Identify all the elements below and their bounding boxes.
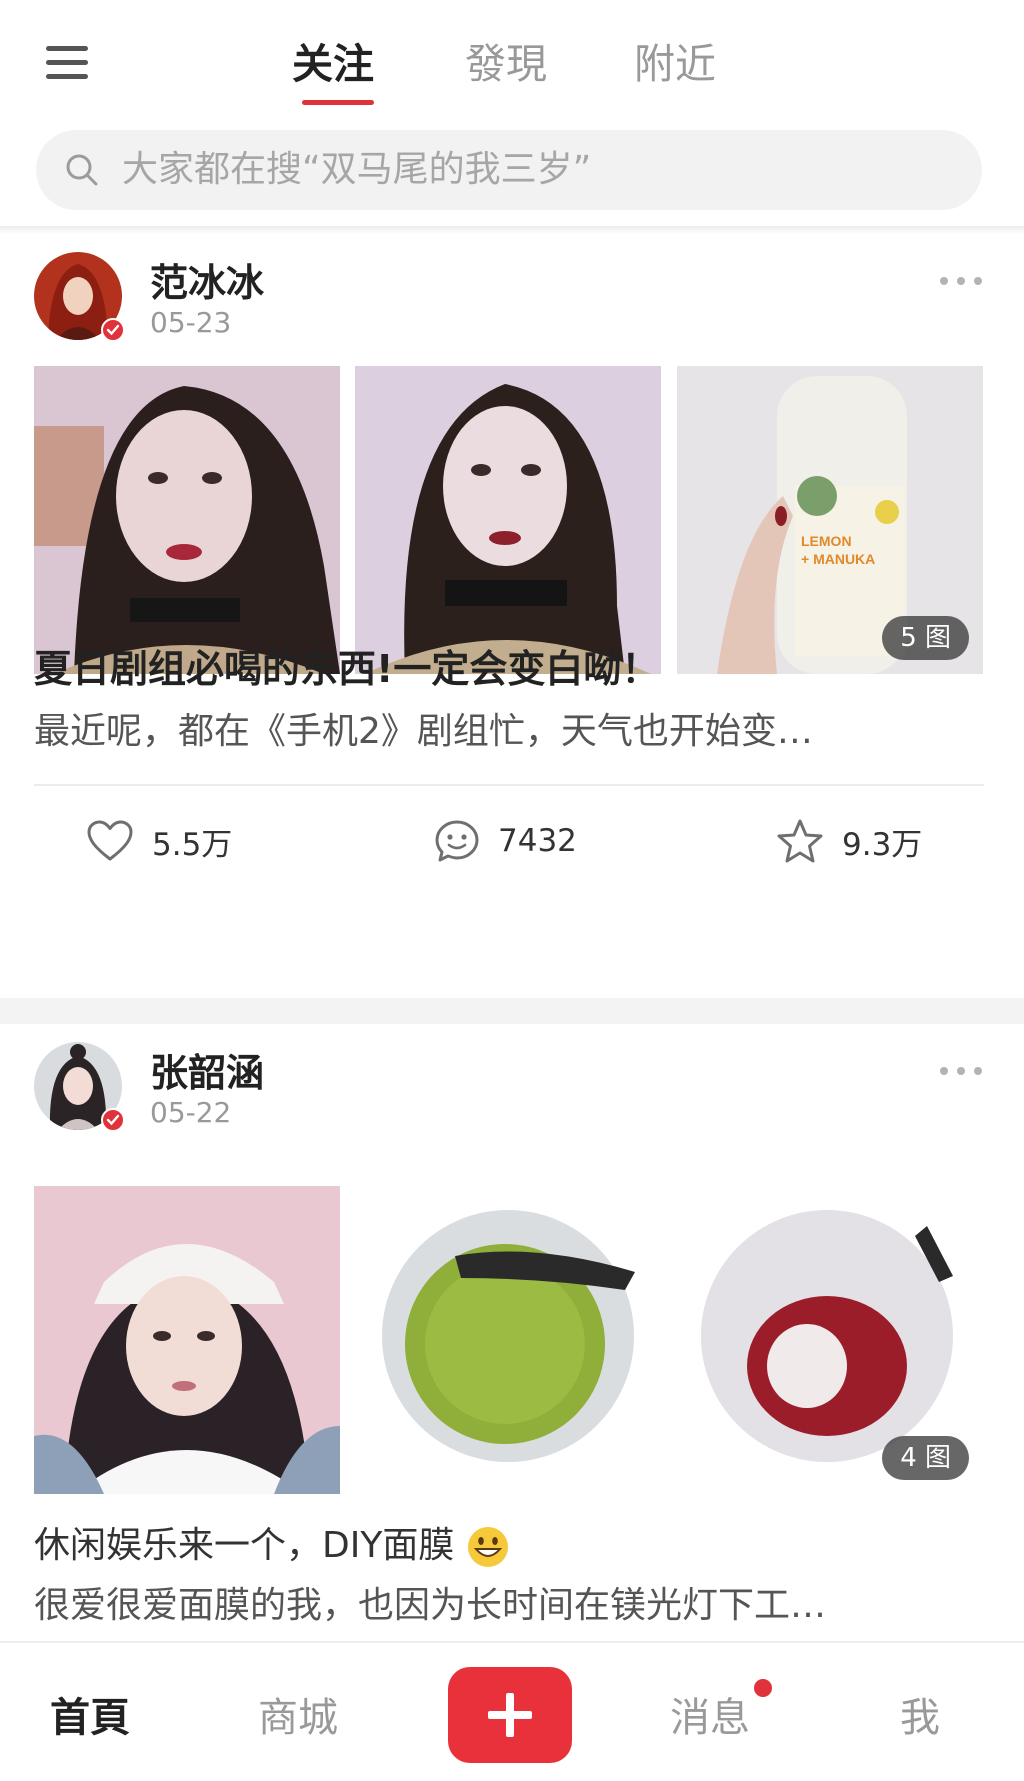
search-bar[interactable]: 大家都在搜“双马尾的我三岁” (36, 130, 982, 210)
svg-text:+ MANUKA: + MANUKA (801, 551, 875, 567)
like-button[interactable]: 5.5万 (86, 806, 232, 876)
comment-button[interactable]: 7432 (434, 806, 577, 876)
post-photo[interactable] (355, 1186, 661, 1494)
post-title[interactable]: 夏日剧组必喝的东西!一定会变白呦！ (34, 638, 659, 693)
plus-icon (488, 1693, 532, 1737)
search-placeholder: 大家都在搜“双马尾的我三岁” (122, 149, 592, 190)
more-options-icon[interactable] (940, 274, 984, 288)
feed-post: 范冰冰 05-23 LEMON + MANUKA 5 图 夏日剧组必喝的东西!一… (0, 234, 1024, 998)
post-date: 05-22 (150, 1096, 232, 1129)
post-photo[interactable] (355, 366, 661, 674)
post-author-name[interactable]: 范冰冰 (150, 252, 264, 307)
search-icon (66, 154, 98, 186)
more-options-icon[interactable] (940, 1064, 984, 1078)
feed-post: 张韶涵 05-22 4 图 休闲娱乐来一个，DIY面膜 很爱很爱面膜的我，也因为… (0, 1024, 1024, 1644)
post-divider (34, 784, 984, 786)
comment-count: 7432 (498, 823, 577, 859)
tab-nearby[interactable]: 附近 (634, 36, 716, 92)
feed-separator (0, 998, 1024, 1024)
bottom-navigation: 首頁 商城 消息 我 (0, 1641, 1024, 1781)
nav-home[interactable]: 首頁 (50, 1685, 130, 1743)
nav-mall[interactable]: 商城 (258, 1685, 338, 1743)
app-screen: 关注 發現 附近 大家都在搜“双马尾的我三岁” 范冰冰 05-23 LEMON … (0, 0, 1024, 1781)
image-count-badge: 5 图 (882, 616, 969, 660)
image-count-badge: 4 图 (882, 1436, 969, 1480)
tab-discover[interactable]: 發現 (465, 36, 547, 92)
post-photo-grid: LEMON + MANUKA 5 图 (34, 366, 984, 674)
verified-badge-icon (101, 318, 125, 342)
active-tab-indicator (302, 100, 374, 105)
top-header: 关注 發現 附近 大家都在搜“双马尾的我三岁” (0, 0, 1024, 234)
post-title[interactable]: 休闲娱乐来一个，DIY面膜 (34, 1516, 510, 1569)
post-actions: 5.5万 7432 9.3万 (0, 806, 1024, 876)
heart-icon (87, 820, 133, 861)
verified-badge-icon (101, 1108, 125, 1132)
svg-text:LEMON: LEMON (801, 533, 852, 549)
grinning-emoji-icon (467, 1527, 508, 1567)
collect-button[interactable]: 9.3万 (776, 806, 922, 876)
post-excerpt[interactable]: 最近呢，都在《手机2》剧组忙，天气也开始变… (34, 702, 813, 754)
comment-icon (435, 820, 479, 862)
nav-profile[interactable]: 我 (900, 1685, 940, 1743)
tab-following[interactable]: 关注 (292, 36, 374, 92)
post-date: 05-23 (150, 306, 232, 339)
post-photo-grid: 4 图 (34, 1186, 984, 1494)
header-divider (0, 226, 1024, 234)
post-photo[interactable] (34, 366, 340, 674)
post-photo[interactable] (34, 1186, 340, 1494)
notification-dot (752, 1677, 774, 1699)
nav-messages[interactable]: 消息 (670, 1685, 750, 1743)
like-count: 5.5万 (152, 826, 233, 863)
add-post-button[interactable] (448, 1667, 572, 1763)
post-excerpt[interactable]: 很爱很爱面膜的我，也因为长时间在镁光灯下工… (34, 1576, 826, 1628)
post-photo[interactable]: 4 图 (677, 1186, 983, 1494)
post-photo[interactable]: LEMON + MANUKA 5 图 (677, 366, 983, 674)
post-title-text: 休闲娱乐来一个，DIY面膜 (34, 1525, 455, 1566)
feed-tabs: 关注 發現 附近 (0, 36, 1024, 106)
collect-count: 9.3万 (842, 826, 923, 863)
post-author-name[interactable]: 张韶涵 (150, 1042, 264, 1097)
star-icon (777, 819, 823, 863)
